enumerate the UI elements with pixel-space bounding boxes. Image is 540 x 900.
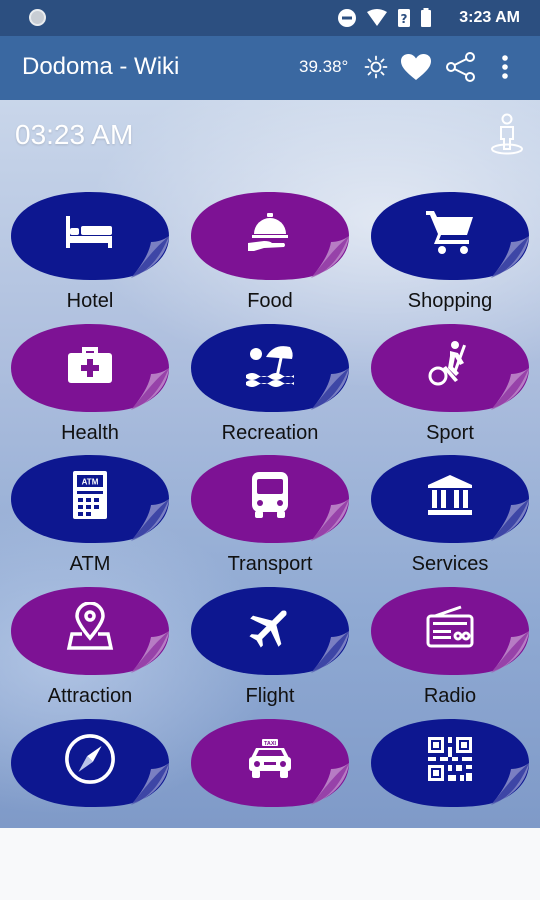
favorite-heart-icon[interactable] <box>399 50 433 84</box>
category-tile[interactable]: Recreation <box>185 322 355 445</box>
qr-code-icon <box>424 733 476 785</box>
category-tile[interactable]: Attraction <box>5 585 175 708</box>
category-tile[interactable]: Health <box>5 322 175 445</box>
wifi-icon <box>367 9 387 26</box>
do-not-disturb-icon <box>338 9 356 27</box>
svg-text:TAXI: TAXI <box>264 741 277 747</box>
app-bar: Dodoma - Wiki 39.38° <box>0 36 540 100</box>
category-sticker[interactable]: ATM <box>9 453 171 545</box>
category-sticker[interactable]: TAXI <box>189 717 351 809</box>
category-label: Flight <box>245 685 295 707</box>
category-tile[interactable]: TAXI <box>185 717 355 817</box>
category-tile[interactable]: ATM ATM <box>5 453 175 576</box>
status-bar: ? 3:23 AM <box>0 0 540 36</box>
bus-icon <box>244 469 296 521</box>
category-label: Sport <box>426 422 474 444</box>
category-tile[interactable]: Shopping <box>365 190 535 313</box>
food-service-icon <box>244 206 296 258</box>
category-sticker[interactable] <box>9 322 171 414</box>
category-sticker[interactable] <box>369 585 531 677</box>
category-tile[interactable]: Flight <box>185 585 355 708</box>
first-aid-kit-icon <box>64 338 116 390</box>
category-label: Recreation <box>221 422 319 444</box>
category-label: Hotel <box>66 290 114 312</box>
category-sticker[interactable] <box>189 453 351 545</box>
category-tile[interactable]: Radio <box>365 585 535 708</box>
beach-umbrella-icon <box>244 338 296 390</box>
category-tile[interactable] <box>5 717 175 817</box>
category-tile[interactable] <box>365 717 535 817</box>
main-content: 03:23 AM Hotel Food Shopping Health Recreati… <box>0 100 540 828</box>
signal-icon: ? <box>398 9 410 27</box>
category-sticker[interactable] <box>9 585 171 677</box>
category-sticker[interactable] <box>369 322 531 414</box>
category-sticker[interactable] <box>9 717 171 809</box>
category-label: Attraction <box>47 685 133 707</box>
clock-display: 03:23 AM <box>15 119 134 150</box>
svg-text:?: ? <box>401 12 408 26</box>
category-sticker[interactable] <box>189 322 351 414</box>
bed-icon <box>64 206 116 258</box>
category-label: Shopping <box>407 290 493 312</box>
category-sticker[interactable] <box>189 190 351 282</box>
category-sticker[interactable] <box>9 190 171 282</box>
radio-icon <box>424 601 476 653</box>
category-label: Services <box>411 553 489 575</box>
bottom-area <box>0 828 540 900</box>
category-sticker[interactable] <box>189 585 351 677</box>
share-icon[interactable] <box>444 50 478 84</box>
category-label: Transport <box>227 553 313 575</box>
elliptical-trainer-icon <box>424 338 476 390</box>
category-label: ATM <box>69 553 111 575</box>
weather-sun-icon[interactable] <box>359 50 393 84</box>
taxi-icon: TAXI <box>244 733 296 785</box>
svg-text:ATM: ATM <box>82 478 99 487</box>
category-tile[interactable]: Sport <box>365 322 535 445</box>
category-tile[interactable]: Transport <box>185 453 355 576</box>
battery-icon <box>421 8 431 27</box>
category-tile[interactable]: Services <box>365 453 535 576</box>
status-time: 3:23 AM <box>459 9 520 26</box>
category-sticker[interactable] <box>369 717 531 809</box>
temperature-readout: 39.38° <box>299 57 349 76</box>
category-tile[interactable]: Hotel <box>5 190 175 313</box>
category-tile[interactable]: Food <box>185 190 355 313</box>
status-icons: ? <box>337 8 432 28</box>
atm-icon: ATM <box>64 469 116 521</box>
app-title: Dodoma - Wiki <box>22 53 180 80</box>
compass-icon <box>64 733 116 785</box>
category-sticker[interactable] <box>369 190 531 282</box>
category-label: Health <box>61 422 119 444</box>
airplane-icon <box>244 601 296 653</box>
overflow-menu-icon[interactable] <box>488 50 522 84</box>
category-label: Food <box>247 290 293 312</box>
map-pin-icon <box>64 601 116 653</box>
shopping-cart-icon <box>424 206 476 258</box>
category-sticker[interactable] <box>369 453 531 545</box>
person-location-icon[interactable] <box>489 113 525 155</box>
category-label: Radio <box>423 685 477 707</box>
notification-dot-icon <box>29 9 46 26</box>
bank-building-icon <box>424 469 476 521</box>
